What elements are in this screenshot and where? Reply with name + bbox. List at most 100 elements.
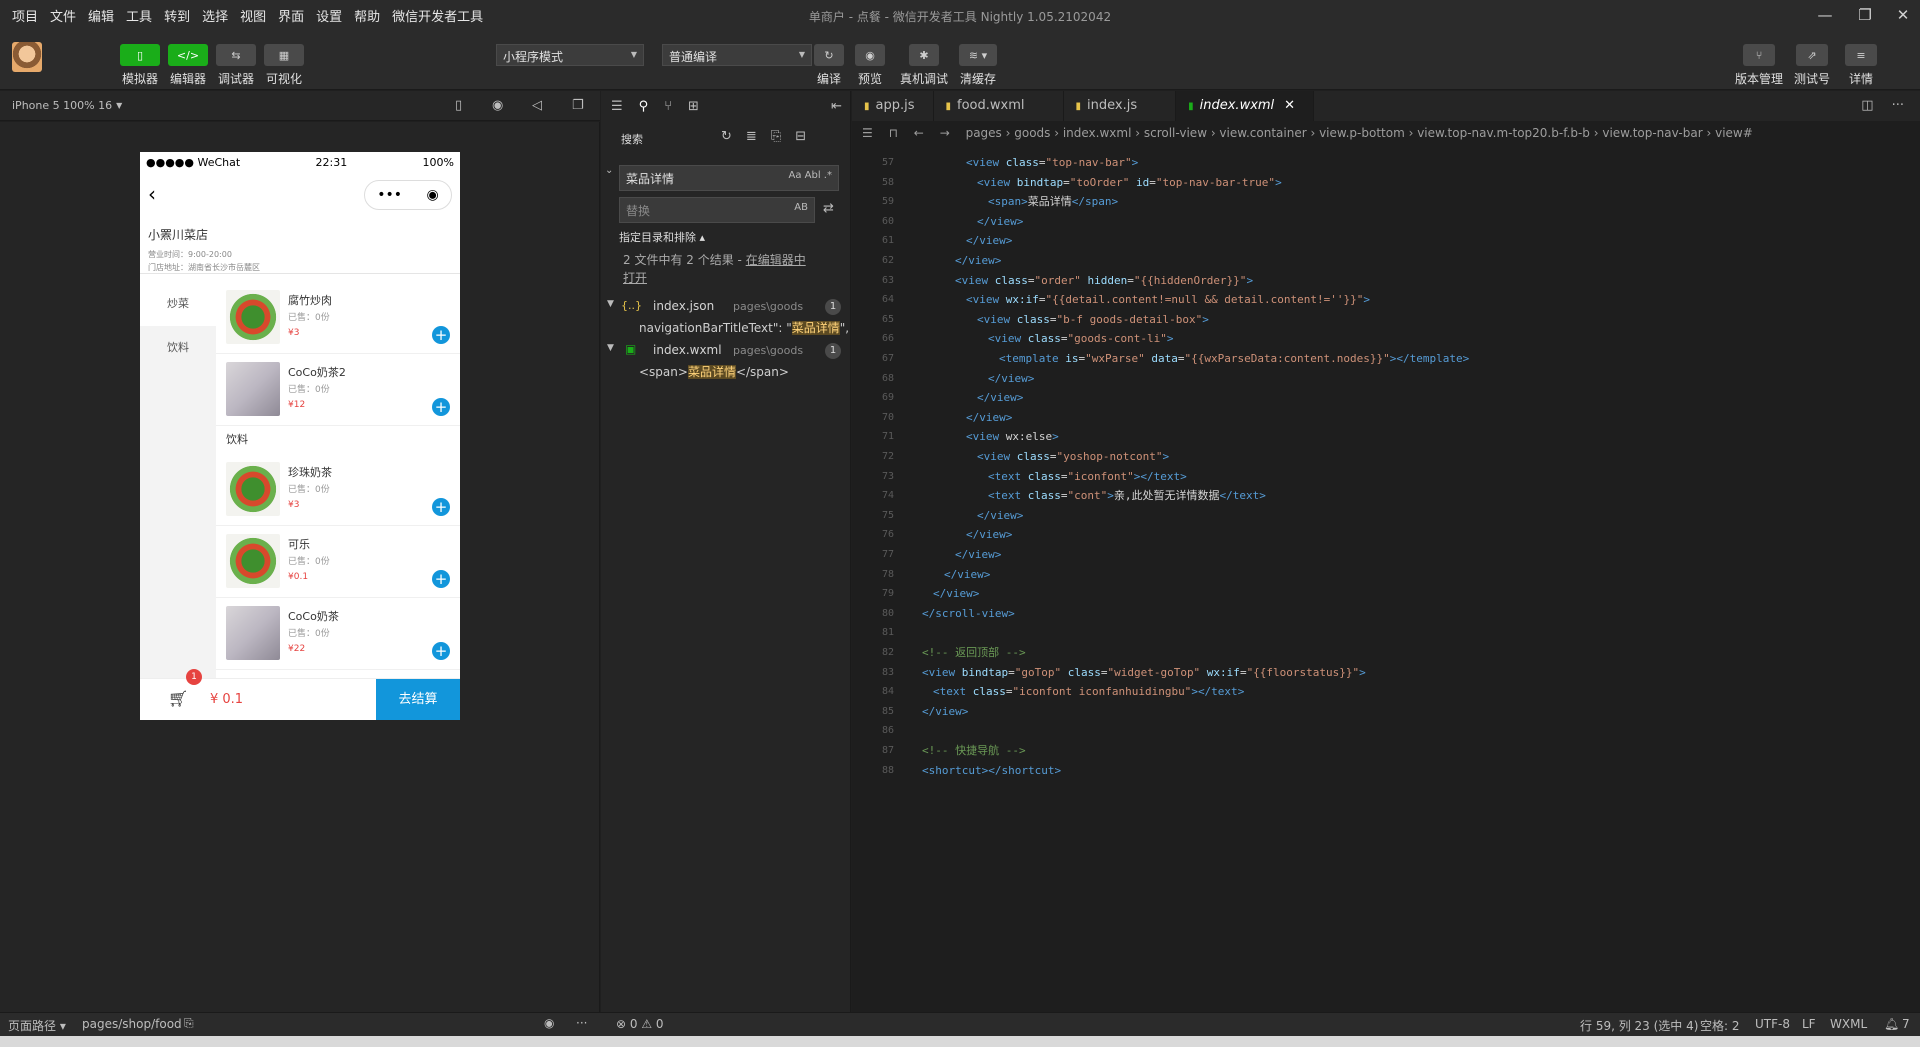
cart-badge: 1 [186,669,202,685]
store-name: 小罴川菜店 [148,228,209,242]
category-item[interactable]: 饮料 [140,326,216,370]
toolbar: ▯ 模拟器 </> 编辑器 ⇆ 调试器 ▦ 可视化 小程序模式 ▼ 普通编译 ▼ ↻… [0,30,1920,90]
menu-item[interactable]: 转到 [158,6,196,25]
menu-item[interactable]: 界面 [272,6,310,25]
visual-button[interactable]: ▦ 可视化 [264,44,304,87]
add-to-cart-button[interactable]: + [432,642,450,660]
forward-arrow-icon[interactable]: → [940,126,950,140]
collapse-all-icon[interactable]: ⊟ [795,129,806,144]
add-to-cart-button[interactable]: + [432,570,450,588]
bell-icon[interactable]: 🔔︎ [1884,1017,1899,1031]
caret-down-icon: ▼ [798,50,805,59]
explorer-icon[interactable]: ☰ [611,99,623,114]
menu-item[interactable]: 帮助 [348,6,386,25]
close-tab-icon[interactable]: ✕ [1284,98,1295,113]
volume-icon[interactable]: ◁ [532,98,542,113]
debugger-button[interactable]: ⇆ 调试器 [216,44,256,87]
phone-icon[interactable]: ▯ [455,98,462,113]
replace-all-icon[interactable]: ⇄ [823,201,834,216]
popout-icon[interactable]: ❐ [572,98,584,113]
problems-indicator[interactable]: ⊗ 0 ⚠ 0 [616,1017,664,1031]
avatar[interactable] [12,42,42,72]
language-mode[interactable]: WXML [1830,1017,1867,1031]
open-in-editor-link[interactable]: 在编辑器中 [746,253,806,267]
result-match-line[interactable]: navigationBarTitleText": "菜品详情", [639,319,849,336]
goods-item[interactable]: 可乐 已售：0份 ¥0.1 + [216,526,460,598]
checkout-button[interactable]: 去结算 [376,679,460,720]
tab-index-wxml[interactable]: ▮ index.wxml ✕ [1176,91,1315,121]
extensions-icon[interactable]: ⊞ [688,99,699,114]
menu-item[interactable]: 编辑 [82,6,120,25]
breadcrumb[interactable]: ☰ ⊓ ← → pages › goods › index.wxml › scr… [852,121,1920,145]
new-search-editor-icon[interactable]: ⎘ [771,129,781,144]
source-control-icon[interactable]: ⑂ [664,99,672,114]
simulator-button[interactable]: ▯ 模拟器 [120,44,160,87]
page-path-menu[interactable]: 页面路径 ▾ [8,1017,66,1034]
result-match-line[interactable]: <span>菜品详情</span> [639,363,789,380]
tab-index-js[interactable]: ▮ index.js [1064,91,1177,121]
version-button[interactable]: ⑂ 版本管理 [1735,44,1783,87]
menu-item[interactable]: 设置 [310,6,348,25]
add-to-cart-button[interactable]: + [432,326,450,344]
details-button[interactable]: ≡ 详情 [1845,44,1877,87]
back-icon[interactable]: ‹ [148,182,156,206]
compile-button[interactable]: ↻ 编译 [814,44,844,87]
list-icon[interactable]: ☰ [862,126,873,140]
add-to-cart-button[interactable]: + [432,498,450,516]
close-window-icon[interactable]: ✕ [1893,5,1913,25]
tab-food-wxml[interactable]: ▮ food.wxml [934,91,1064,121]
goods-item[interactable]: 腐竹炒肉 已售：0份 ¥3 + [216,282,460,354]
copy-icon[interactable]: ⎘ [184,1016,194,1031]
test-account-button[interactable]: ⇗ 测试号 [1794,44,1830,87]
add-to-cart-button[interactable]: + [432,398,450,416]
result-file-row[interactable]: ▼ ▣ index.wxml pages\goods 1 [601,341,851,363]
menu-item[interactable]: 微信开发者工具 [386,6,489,25]
code-editor[interactable]: 57 <view class="top-nav-bar"> 58 <view bind… [852,145,1920,1012]
clear-results-icon[interactable]: ≣ [746,129,757,144]
chevron-down-icon[interactable]: ⌄ [605,165,613,176]
include-exclude-toggle[interactable]: 指定目录和排除 ▴ [619,229,705,245]
replace-input[interactable]: 替换 AB [619,197,815,223]
goods-item[interactable]: CoCo奶茶 已售：0份 ¥22 + [216,598,460,670]
close-mini-icon[interactable]: ◉ [427,187,439,203]
device-select[interactable]: iPhone 5 100% 16 [0,99,112,112]
compile-select[interactable]: 普通编译 ▼ [662,44,812,66]
code-line[interactable]: 88 <shortcut></shortcut> [852,759,1920,783]
menu-item[interactable]: 选择 [196,6,234,25]
category-list: 炒菜 饮料 [140,282,216,682]
split-editor-icon[interactable]: ◫ [1861,91,1873,121]
category-item[interactable]: 炒菜 [140,282,216,326]
back-arrow-icon[interactable]: ← [914,126,924,140]
indent-spaces[interactable]: 空格: 2 [1700,1017,1740,1034]
collapse-panel-icon[interactable]: ⇤ [831,99,842,114]
preview-button[interactable]: ◉ 预览 [855,44,885,87]
goods-item[interactable]: CoCo奶茶2 已售：0份 ¥12 + [216,354,460,426]
result-file-row[interactable]: ▼ {..} index.json pages\goods 1 [601,297,851,319]
cursor-position[interactable]: 行 59, 列 23 (选中 4) [1580,1017,1698,1034]
menu-item[interactable]: 文件 [44,6,82,25]
clear-cache-button[interactable]: ≋ ▾ 清缓存 [959,44,997,87]
bookmark-icon[interactable]: ⊓ [889,126,898,140]
menu-item[interactable]: 项目 [0,6,44,25]
search-icon[interactable]: ⚲ [639,99,649,114]
editor-button[interactable]: </> 编辑器 [168,44,208,87]
tab-app-js[interactable]: ▮ app.js [852,91,934,121]
more-icon[interactable]: ••• [377,187,402,203]
capsule-menu[interactable]: ••• ◉ [364,180,452,210]
record-icon[interactable]: ◉ [492,98,503,113]
more-icon[interactable]: ··· [576,1016,587,1030]
more-actions-icon[interactable]: ··· [1892,91,1904,121]
maximize-icon[interactable]: ❐ [1855,5,1875,25]
eye-icon[interactable]: ◉ [544,1016,554,1030]
goods-item[interactable]: 珍珠奶茶 已售：0份 ¥3 + [216,454,460,526]
minimize-icon[interactable]: — [1815,5,1835,25]
mode-select[interactable]: 小程序模式 ▼ [496,44,644,66]
file-encoding[interactable]: UTF-8 [1755,1017,1790,1031]
remote-debug-button[interactable]: ✱ 真机调试 [900,44,948,87]
menu-item[interactable]: 视图 [234,6,272,25]
line-ending[interactable]: LF [1802,1017,1816,1031]
cart-icon[interactable]: 🛒︎ [168,689,188,708]
refresh-icon[interactable]: ↻ [721,129,732,144]
search-input[interactable]: 菜品详情 Aa Abl .* [619,165,839,191]
menu-item[interactable]: 工具 [120,6,158,25]
